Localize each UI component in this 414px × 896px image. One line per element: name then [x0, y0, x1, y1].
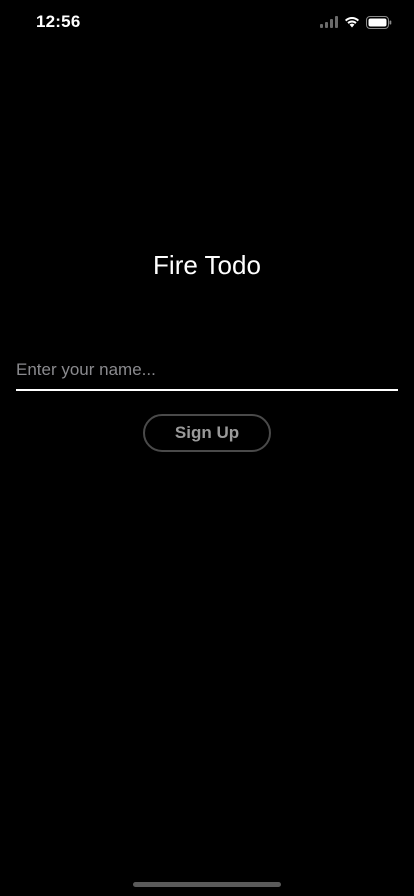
name-underline	[16, 389, 398, 391]
app-title: Fire Todo	[153, 250, 261, 280]
name-field[interactable]	[16, 352, 398, 391]
wifi-icon	[345, 17, 359, 28]
home-indicator[interactable]	[133, 882, 281, 887]
status-time: 12:56	[36, 12, 81, 31]
status-icons	[320, 14, 392, 30]
status-bar: 12:56	[0, 0, 414, 44]
signup-button[interactable]: Sign Up	[143, 414, 271, 452]
signal-icon	[320, 16, 338, 28]
battery-icon	[366, 15, 392, 29]
name-input[interactable]	[16, 352, 398, 388]
